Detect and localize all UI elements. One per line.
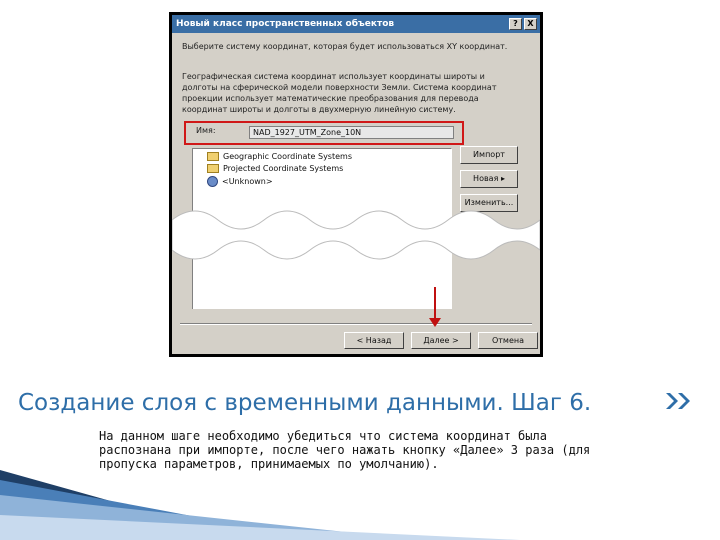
globe-icon [207, 176, 218, 187]
tree-item-geographic[interactable]: Geographic Coordinate Systems [207, 152, 352, 161]
decorative-swoosh [0, 470, 520, 540]
folder-icon [207, 164, 219, 173]
slide-title: Создание слоя с временными данными. Шаг … [18, 390, 592, 416]
dialog-body: Новый класс пространственных объектов ? … [172, 15, 540, 354]
name-label: Имя: [196, 126, 216, 135]
dialog-window: Новый класс пространственных объектов ? … [169, 12, 543, 357]
folder-icon [207, 152, 219, 161]
close-button[interactable]: X [524, 18, 537, 30]
name-highlight: Имя: NAD_1927_UTM_Zone_10N [184, 121, 464, 145]
import-button[interactable]: Импорт [460, 146, 518, 164]
pointer-arrow-head [429, 318, 441, 327]
new-button[interactable]: Новая ▸ [460, 170, 518, 188]
pointer-arrow [434, 287, 436, 321]
name-field[interactable]: NAD_1927_UTM_Zone_10N [249, 126, 454, 139]
cancel-button[interactable]: Отмена [478, 332, 538, 349]
intro-text: Выберите систему координат, которая буде… [182, 42, 508, 51]
next-button[interactable]: Далее > [411, 332, 471, 349]
menu-arrow-icon: ▸ [500, 174, 505, 183]
separator [180, 323, 532, 325]
tree-item-unknown[interactable]: <Unknown> [207, 176, 273, 187]
description-text: Географическая система координат использ… [182, 72, 497, 114]
torn-cut [172, 210, 540, 260]
double-chevron-icon [666, 393, 690, 409]
help-button[interactable]: ? [509, 18, 522, 30]
back-button[interactable]: < Назад [344, 332, 404, 349]
dialog-title: Новый класс пространственных объектов [176, 19, 395, 29]
tree-item-projected[interactable]: Projected Coordinate Systems [207, 164, 343, 173]
dialog-titlebar: Новый класс пространственных объектов [172, 15, 540, 33]
